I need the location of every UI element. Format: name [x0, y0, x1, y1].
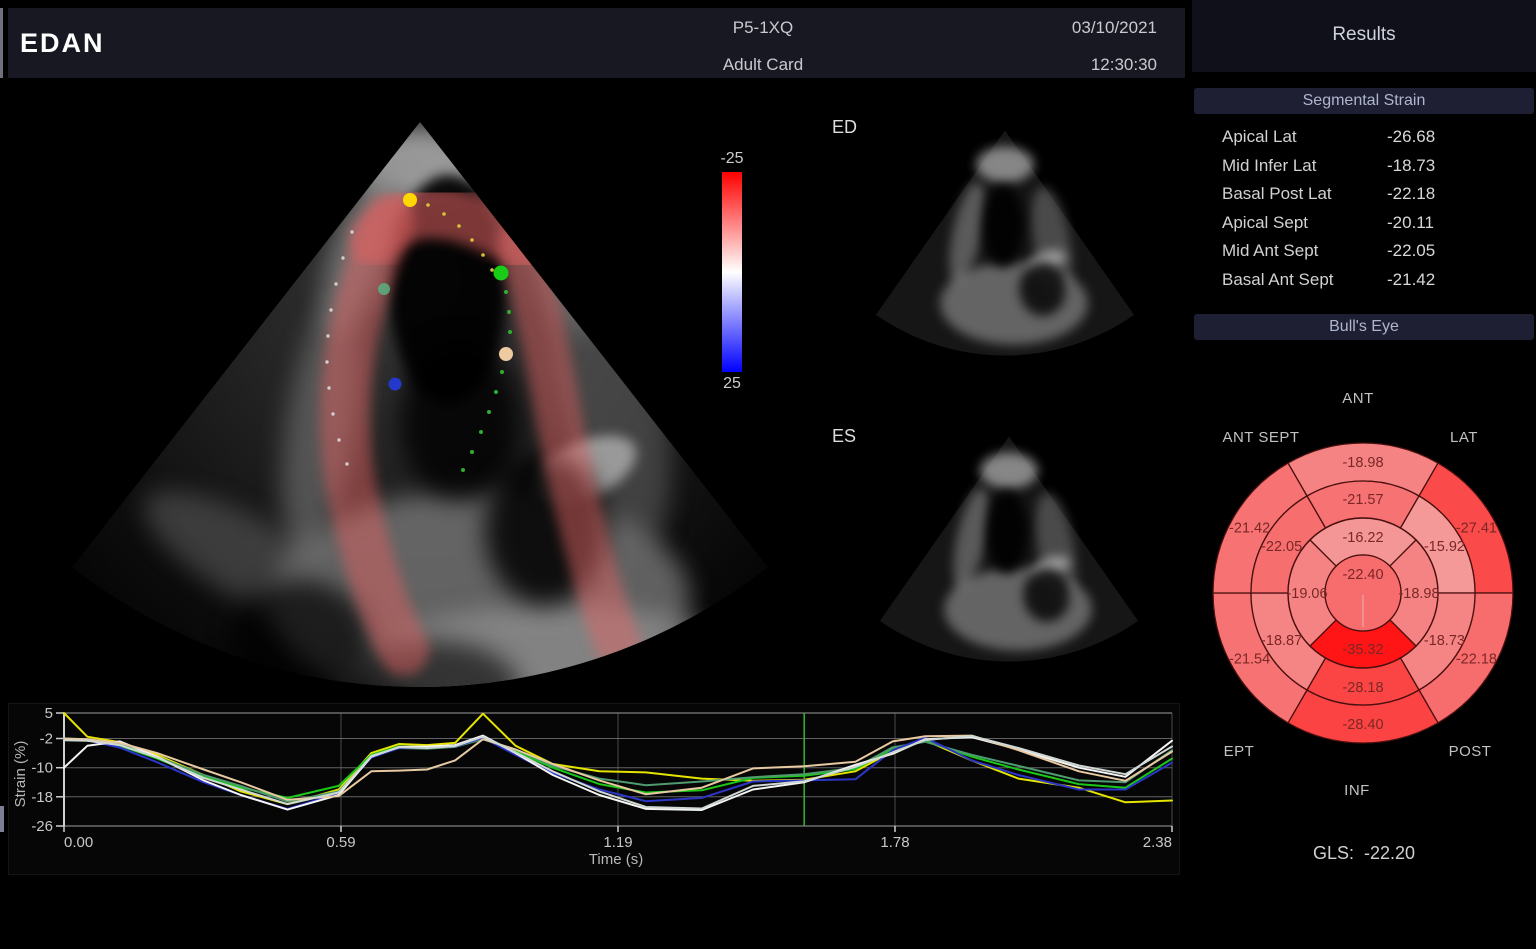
strain-segment-label: Apical Lat	[1222, 127, 1297, 147]
bullseye-segment-value: -21.57	[1342, 492, 1383, 508]
exam-date: 03/10/2021	[957, 18, 1157, 38]
bullseye-apex-value: -22.40	[1342, 567, 1383, 583]
ed-frame-label: ED	[832, 117, 857, 138]
strain-segment-value: -26.68	[1387, 127, 1435, 147]
strain-segment-value: -18.73	[1387, 156, 1435, 176]
chart-x-tick-label: 0.00	[64, 834, 93, 851]
strain-table-row: Basal Ant Sept -21.42	[1192, 266, 1536, 295]
bullseye-segment-value: -16.22	[1342, 530, 1383, 546]
segmental-strain-header: Segmental Strain	[1194, 88, 1534, 114]
gls-value: -22.20	[1364, 843, 1415, 863]
tracking-point-green[interactable]	[494, 266, 509, 281]
strain-table-row: Mid Ant Sept -22.05	[1192, 237, 1536, 266]
chart-x-tick-label: 2.38	[1143, 834, 1172, 851]
gls-label: GLS:	[1313, 843, 1354, 863]
chart-y-axis-label: Strain (%)	[12, 741, 29, 808]
tracking-point-blue[interactable]	[389, 378, 402, 391]
chart-y-tick-label: -2	[40, 731, 53, 748]
bullseye-segment-value: -28.18	[1342, 680, 1383, 696]
region-label-inf: INF	[1302, 782, 1412, 799]
results-panel-header: Results	[1192, 0, 1536, 72]
strain-time-chart: 0.00 0.59 1.19 1.78 2.38 5 -2 -10 -18 -26Strain (…	[8, 703, 1180, 875]
top-bar: EDAN P5-1XQ Adult Card 03/10/2021 12:30:…	[8, 8, 1185, 78]
strain-table-row: Apical Sept -20.11	[1192, 209, 1536, 238]
probe-label: P5-1XQ	[568, 18, 958, 38]
results-title: Results	[1192, 24, 1536, 46]
strain-segment-label: Mid Ant Sept	[1222, 241, 1318, 261]
strain-segment-value: -22.18	[1387, 184, 1435, 204]
chart-y-tick-label: 5	[45, 705, 53, 722]
chart-x-tick-label: 1.19	[603, 834, 632, 851]
strain-table-row: Basal Post Lat -22.18	[1192, 180, 1536, 209]
bullseye-segment-value: -22.18	[1456, 652, 1497, 668]
strain-colorbar	[722, 172, 742, 372]
tracking-point-wheat[interactable]	[499, 347, 513, 361]
strain-segment-label: Basal Ant Sept	[1222, 270, 1334, 290]
strain-segment-value: -22.05	[1387, 241, 1435, 261]
bulls-eye-diagram: -18.98 -27.41 -22.18 -28.40 -21.54 -21.42 -21.…	[1203, 433, 1523, 753]
strain-segment-label: Basal Post Lat	[1222, 184, 1332, 204]
tracking-point-seagreen[interactable]	[378, 283, 390, 295]
region-label-ant: ANT	[1303, 390, 1413, 407]
segmental-strain-table: Apical Lat -26.68 Mid Infer Lat -18.73 Basal…	[1192, 123, 1536, 294]
screen-left-edge	[0, 8, 3, 78]
bullseye-segment-value: -22.05	[1261, 539, 1302, 555]
bullseye-segment-value: -21.42	[1229, 521, 1270, 537]
bullseye-segment-value: -19.06	[1286, 586, 1327, 602]
es-thumbnail[interactable]	[874, 418, 1144, 680]
bulls-eye-header: Bull's Eye	[1194, 314, 1534, 340]
screen: EDAN P5-1XQ Adult Card 03/10/2021 12:30:…	[0, 0, 1536, 949]
bullseye-segment-value: -27.41	[1456, 521, 1497, 537]
strain-table-row: Apical Lat -26.68	[1192, 123, 1536, 152]
bullseye-segment-value: -35.32	[1342, 642, 1383, 658]
exam-time: 12:30:30	[957, 55, 1157, 75]
colorbar-max-label: -25	[700, 150, 764, 168]
colorbar-min-label: 25	[700, 375, 764, 393]
bullseye-segment-value: -18.98	[1342, 455, 1383, 471]
chart-y-tick-label: -10	[31, 760, 53, 777]
bullseye-segment-value: -15.92	[1424, 539, 1465, 555]
chart-x-tick-label: 0.59	[326, 834, 355, 851]
strain-segment-value: -20.11	[1387, 213, 1434, 233]
bullseye-segment-value: -21.54	[1229, 652, 1270, 668]
strain-table-row: Mid Infer Lat -18.73	[1192, 152, 1536, 181]
edan-logo: EDAN	[20, 28, 105, 59]
ed-thumbnail[interactable]	[870, 112, 1140, 374]
gls-result: GLS: -22.20	[1192, 843, 1536, 864]
bullseye-segment-value: -18.73	[1424, 633, 1465, 649]
scrollbar-fragment	[0, 806, 4, 832]
chart-x-tick-label: 1.78	[880, 834, 909, 851]
bullseye-segment-value: -28.40	[1342, 717, 1383, 733]
chart-x-axis-label: Time (s)	[589, 851, 643, 868]
exam-type-label: Adult Card	[568, 55, 958, 75]
chart-y-tick-label: -26	[31, 818, 53, 835]
strain-segment-label: Apical Sept	[1222, 213, 1308, 233]
tracking-point-yellow[interactable]	[403, 193, 417, 207]
strain-segment-value: -21.42	[1387, 270, 1435, 290]
bullseye-segment-value: -18.98	[1398, 586, 1439, 602]
chart-y-tick-label: -18	[31, 789, 53, 806]
es-frame-label: ES	[832, 426, 856, 447]
bullseye-segment-value: -18.87	[1261, 633, 1302, 649]
strain-segment-label: Mid Infer Lat	[1222, 156, 1317, 176]
